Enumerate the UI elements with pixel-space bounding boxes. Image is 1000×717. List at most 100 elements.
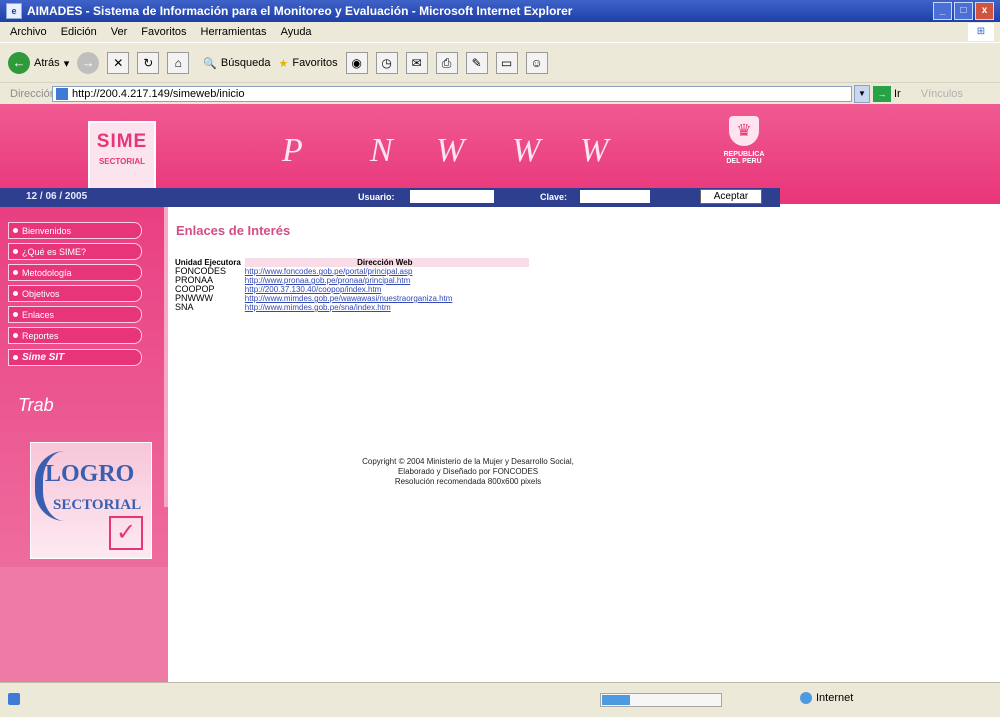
messenger-button[interactable]: ☺ <box>525 52 548 74</box>
copyright-notice: Copyright © 2004 Ministerio de la Mujer … <box>268 457 668 487</box>
bullet-icon <box>13 312 18 317</box>
url-link[interactable]: http://www.mimdes.gob.pe/wawawasi/nuestr… <box>245 294 529 303</box>
search-button[interactable]: 🔍 Búsqueda <box>203 57 270 70</box>
history-button[interactable]: ◷ <box>375 52 398 74</box>
mail-button[interactable]: ✉ <box>405 52 428 74</box>
refresh-button[interactable]: ↻ <box>137 52 160 74</box>
table-row: PRONAA http://www.pronaa.gob.pe/pronaa/p… <box>175 276 529 286</box>
banner-letter-p: P <box>282 132 303 169</box>
url-link[interactable]: http://www.mimdes.gob.pe/sna/index.htm <box>245 303 529 312</box>
table-header-row: Unidad Ejecutora Dirección Web <box>175 258 529 267</box>
bullet-icon <box>13 249 18 254</box>
menu-ver[interactable]: Ver <box>111 26 128 38</box>
logro-top: LOGRO <box>45 461 135 487</box>
page-title: Enlaces de Interés <box>176 223 291 238</box>
zone-label: Internet <box>816 692 854 704</box>
address-label: Dirección <box>10 88 56 100</box>
menu-edicion[interactable]: Edición <box>61 26 97 38</box>
sidebar-item-metodologia[interactable]: Metodología <box>8 264 142 281</box>
menu-favoritos[interactable]: Favoritos <box>141 26 186 38</box>
column-header-web: Dirección Web <box>244 258 529 267</box>
table-row: COOPOP http://200.37.130.40/coopop/index… <box>175 285 529 295</box>
menu-herramientas[interactable]: Herramientas <box>201 26 267 38</box>
window-title-bar: e AIMADES - Sistema de Información para … <box>0 0 1000 22</box>
url-link[interactable]: http://www.pronaa.gob.pe/pronaa/principa… <box>245 276 529 285</box>
sidebar-item-label: Bienvenidos <box>22 225 72 236</box>
address-url: http://200.4.217.149/simeweb/inicio <box>72 88 245 100</box>
sidebar-item-label: Metodología <box>22 267 72 278</box>
menu-archivo[interactable]: Archivo <box>10 26 47 38</box>
login-bar: 12 / 06 / 2005 Usuario: Clave: Aceptar <box>0 188 780 207</box>
messenger-icon: ☺ <box>525 52 548 74</box>
back-arrow-icon: ← <box>8 52 30 74</box>
menu-ayuda[interactable]: Ayuda <box>281 26 312 38</box>
history-icon: ◷ <box>375 52 398 74</box>
table-row: PNWWW http://www.mimdes.gob.pe/wawawasi/… <box>175 294 529 304</box>
go-arrow-icon[interactable]: → <box>873 86 891 102</box>
close-button[interactable]: x <box>975 2 994 20</box>
sime-logo: SIME SECTORIAL <box>88 121 156 191</box>
stop-button[interactable]: ✕ <box>107 52 130 74</box>
folder-icon: ▭ <box>495 52 518 74</box>
banner-letter-w3: W <box>580 132 609 169</box>
url-link[interactable]: http://www.foncodes.gob.pe/portal/princi… <box>245 267 529 276</box>
favorites-label: Favoritos <box>292 57 338 69</box>
url-link[interactable]: http://200.37.130.40/coopop/index.htm <box>245 285 529 294</box>
back-label: Atrás <box>34 57 60 69</box>
favorites-button[interactable]: ★ Favoritos <box>278 57 337 70</box>
stop-icon: ✕ <box>107 52 130 74</box>
menu-bar: Archivo Edición Ver Favoritos Herramient… <box>0 22 1000 42</box>
sidebar-item-reportes[interactable]: Reportes <box>8 327 142 344</box>
forward-button[interactable]: → <box>77 52 100 74</box>
progress-bar <box>600 693 722 707</box>
sidebar-footer <box>0 567 168 682</box>
media-button[interactable]: ◉ <box>345 52 368 74</box>
search-label: Búsqueda <box>220 57 271 69</box>
forward-arrow-icon: → <box>77 52 100 74</box>
bullet-icon <box>13 333 18 338</box>
print-button[interactable]: ⎙ <box>435 52 458 74</box>
address-bar: Dirección http://200.4.217.149/simeweb/i… <box>0 82 1000 105</box>
page-status-icon <box>8 693 20 705</box>
search-icon: 🔍 <box>203 57 217 70</box>
refresh-icon: ↻ <box>137 52 160 74</box>
back-button[interactable]: ← Atrás ▾ <box>8 52 69 74</box>
user-input[interactable] <box>410 190 494 203</box>
copyright-line: Copyright © 2004 Ministerio de la Mujer … <box>362 457 574 466</box>
sidebar-item-que-es-sime[interactable]: ¿Qué es SIME? <box>8 243 142 260</box>
minimize-button[interactable]: _ <box>933 2 952 20</box>
maximize-button[interactable]: □ <box>954 2 973 20</box>
folder-button[interactable]: ▭ <box>495 52 518 74</box>
current-date: 12 / 06 / 2005 <box>26 191 88 202</box>
globe-icon <box>800 692 812 704</box>
sidebar: Bienvenidos ¿Qué es SIME? Metodología Ob… <box>0 207 168 682</box>
banner-letter-w2: W <box>512 132 541 169</box>
accept-button[interactable]: Aceptar <box>700 189 762 204</box>
sime-logo-top: SIME <box>96 131 148 152</box>
credits-line: Elaborado y Diseñado por FONCODES <box>397 467 539 476</box>
edit-button[interactable]: ✎ <box>465 52 488 74</box>
edit-icon: ✎ <box>465 52 488 74</box>
sidebar-item-sime-sit[interactable]: Sime SIT <box>8 349 142 366</box>
unit-cell: SNA <box>175 302 194 312</box>
sidebar-item-bienvenidos[interactable]: Bienvenidos <box>8 222 142 239</box>
bullet-icon <box>13 291 18 296</box>
progress-fill <box>602 695 630 705</box>
page-icon <box>56 88 68 100</box>
star-icon: ★ <box>278 57 289 70</box>
banner-letter-n: N <box>370 132 393 169</box>
republica-label: REPUBLICA DEL PERU <box>723 151 765 165</box>
address-input[interactable]: http://200.4.217.149/simeweb/inicio <box>52 86 852 102</box>
window-title: AIMADES - Sistema de Información para el… <box>27 4 573 18</box>
password-input[interactable] <box>580 190 650 203</box>
address-dropdown-icon[interactable]: ▼ <box>854 85 870 103</box>
peru-shield-logo: ♛ REPUBLICA DEL PERU <box>718 116 770 180</box>
sidebar-item-label: Sime SIT <box>22 352 65 363</box>
sidebar-item-objetivos[interactable]: Objetivos <box>8 285 142 302</box>
go-button[interactable]: Ir <box>894 88 901 100</box>
home-button[interactable]: ⌂ <box>167 52 190 74</box>
sidebar-item-enlaces[interactable]: Enlaces <box>8 306 142 323</box>
table-row: FONCODES http://www.foncodes.gob.pe/port… <box>175 267 529 277</box>
back-dropdown-icon: ▾ <box>63 57 70 70</box>
links-button[interactable]: Vínculos <box>921 88 963 100</box>
